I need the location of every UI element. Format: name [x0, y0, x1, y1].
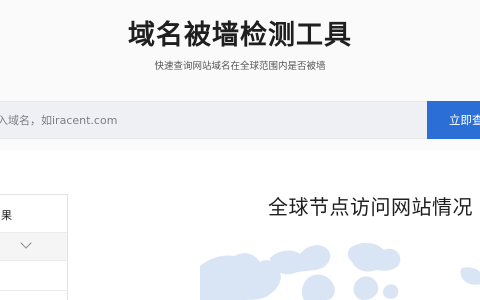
search-box: [0, 101, 428, 139]
region-select[interactable]: [0, 233, 67, 261]
map-landmass: [270, 245, 331, 275]
world-map: [200, 242, 480, 300]
map-landmass: [353, 276, 379, 300]
map-title: 全球节点访问网站情况: [268, 195, 473, 219]
page-title: 域名被墙检测工具: [128, 20, 352, 51]
map-landmass: [460, 267, 480, 285]
results-header: 果: [0, 195, 67, 233]
results-panel: 果: [0, 194, 68, 300]
chevron-down-icon: [20, 237, 32, 249]
map-landmass: [200, 253, 281, 300]
map-landmass: [301, 274, 335, 300]
map-landmass: [347, 242, 401, 272]
results-row: [0, 261, 67, 291]
results-label: 果: [1, 209, 12, 222]
page-subtitle: 快速查询网站域名在全球范围内是否被墙: [154, 61, 326, 72]
search-button[interactable]: 立即查: [427, 101, 480, 139]
domain-search-input[interactable]: [0, 102, 427, 138]
map-landmass: [382, 284, 399, 299]
